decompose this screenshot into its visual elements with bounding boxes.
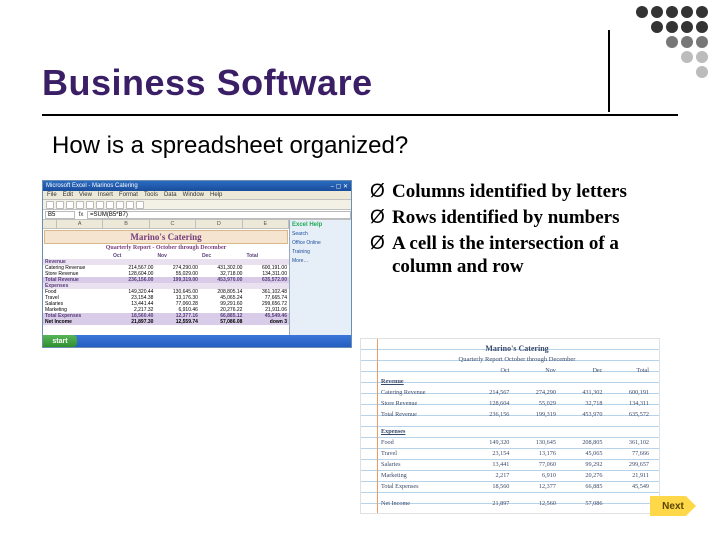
list-item: Ø Columns identified by letters <box>370 180 678 204</box>
col-a: A <box>57 220 103 229</box>
ledger-table: OctNovDecTotal Revenue Catering Revenue2… <box>381 365 653 509</box>
menu-edit[interactable]: Edit <box>63 192 73 198</box>
handwritten-ledger: Marino's Catering Quarterly Report Octob… <box>360 338 660 514</box>
table-row: Salaries13,44177,06099,292299,657 <box>381 459 653 470</box>
divider-horizontal <box>42 114 678 116</box>
excel-workarea: A B C D E Marino's Catering Quarterly Re… <box>43 220 351 335</box>
bullet-text: Columns identified by letters <box>392 181 627 202</box>
excel-toolbar <box>43 200 351 210</box>
toolbar-btn[interactable] <box>86 201 94 209</box>
toolbar-btn[interactable] <box>106 201 114 209</box>
bullet-list: Ø Columns identified by letters Ø Rows ide… <box>370 180 678 279</box>
taskpane-link[interactable]: More… <box>292 258 349 264</box>
menu-insert[interactable]: Insert <box>98 192 113 198</box>
table-row: Net Income21,897.3012,559.7457,086.08dow… <box>43 319 289 325</box>
formula-input[interactable]: =SUM(B5*B7) <box>87 211 351 219</box>
slide-title: Business Software <box>42 62 678 104</box>
fx-label: fx <box>75 212 87 218</box>
col-e: E <box>243 220 289 229</box>
table-row: Marketing2,2176,91020,27621,911 <box>381 470 653 481</box>
toolbar-btn[interactable] <box>46 201 54 209</box>
menu-data[interactable]: Data <box>164 192 177 198</box>
menu-window[interactable]: Window <box>183 192 204 198</box>
col-c: C <box>150 220 196 229</box>
excel-sheet[interactable]: A B C D E Marino's Catering Quarterly Re… <box>43 220 289 335</box>
table-row: Total Revenue236,156199,319453,970635,57… <box>381 409 653 420</box>
excel-window-title: Microsoft Excel - Marinos Catering <box>46 183 138 189</box>
column-headers: A B C D E <box>43 220 289 229</box>
slide: Business Software How is a spreadsheet o… <box>0 0 720 540</box>
excel-formulabar: B5 fx =SUM(B5*B7) <box>43 210 351 220</box>
menu-format[interactable]: Format <box>119 192 138 198</box>
taskpane-link[interactable]: Training <box>292 249 349 255</box>
excel-menubar: File Edit View Insert Format Tools Data … <box>43 191 351 200</box>
table-row: Catering Revenue214,567274,290431,302600… <box>381 387 653 398</box>
table-row: Food149,320130,645208,805361,102 <box>381 437 653 448</box>
toolbar-btn[interactable] <box>116 201 124 209</box>
list-item: Ø A cell is the intersection of a column … <box>370 232 678 280</box>
excel-window-controls: – ▢ ✕ <box>331 183 348 190</box>
toolbar-btn[interactable] <box>96 201 104 209</box>
table-row: Travel23,15413,17645,06577,666 <box>381 448 653 459</box>
table-row: Net Income21,89712,56057,086 <box>381 498 653 509</box>
sheet-table: OctNovDecTotal Revenue Catering Revenue2… <box>43 253 289 325</box>
menu-tools[interactable]: Tools <box>144 192 158 198</box>
sheet-banner-sub: Quarterly Report - October through Decem… <box>43 245 289 251</box>
name-box[interactable]: B5 <box>45 211 75 219</box>
slide-subtitle: How is a spreadsheet organized? <box>52 132 408 160</box>
windows-taskbar: start <box>43 335 351 347</box>
taskpane-link[interactable]: Search <box>292 231 349 237</box>
left-column: Microsoft Excel - Marinos Catering – ▢ ✕… <box>42 180 352 510</box>
toolbar-btn[interactable] <box>76 201 84 209</box>
ledger-title: Marino's Catering <box>381 343 653 354</box>
ledger-subtitle: Quarterly Report October through Decembe… <box>381 354 653 365</box>
excel-taskpane: Excel Help Search Office Online Training… <box>289 220 351 335</box>
sheet-banner-title: Marino's Catering <box>44 230 288 244</box>
toolbar-btn[interactable] <box>56 201 64 209</box>
menu-view[interactable]: View <box>79 192 92 198</box>
list-item: Ø Rows identified by numbers <box>370 206 678 230</box>
start-button[interactable]: start <box>43 335 77 347</box>
sheet-rows: Marino's Catering Quarterly Report - Oct… <box>43 229 289 335</box>
next-button[interactable]: Next <box>650 496 696 516</box>
toolbar-btn[interactable] <box>136 201 144 209</box>
bullet-marker: Ø <box>370 180 385 204</box>
bullet-marker: Ø <box>370 206 385 230</box>
toolbar-btn[interactable] <box>66 201 74 209</box>
menu-file[interactable]: File <box>47 192 57 198</box>
col-b: B <box>103 220 149 229</box>
excel-titlebar: Microsoft Excel - Marinos Catering – ▢ ✕ <box>43 181 351 191</box>
bullet-text: A cell is the intersection of a column a… <box>392 233 619 278</box>
col-d: D <box>196 220 242 229</box>
bullet-text: Rows identified by numbers <box>392 207 620 228</box>
taskpane-link[interactable]: Office Online <box>292 240 349 246</box>
taskpane-title: Excel Help <box>292 222 349 228</box>
menu-help[interactable]: Help <box>210 192 222 198</box>
table-row: Total Expenses18,56012,37766,88545,549 <box>381 481 653 492</box>
toolbar-btn[interactable] <box>126 201 134 209</box>
excel-screenshot: Microsoft Excel - Marinos Catering – ▢ ✕… <box>42 180 352 348</box>
title-block: Business Software <box>42 62 678 104</box>
bullet-marker: Ø <box>370 232 385 256</box>
table-row: Store Revenue128,60455,02932,718134,311 <box>381 398 653 409</box>
